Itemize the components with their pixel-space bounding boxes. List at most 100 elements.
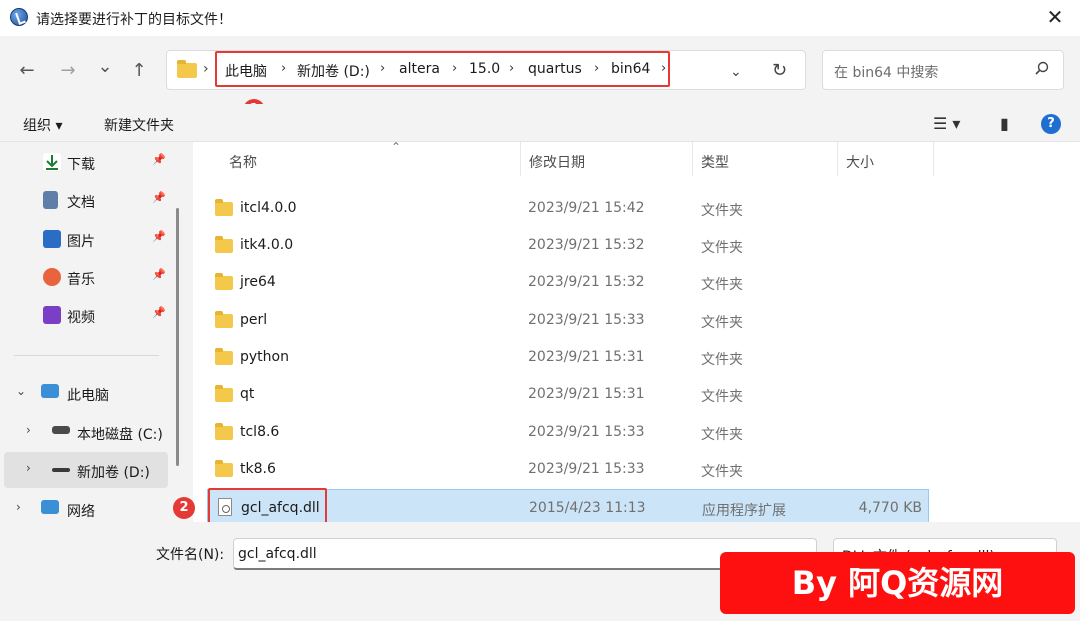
breadcrumb-highlight-box: [215, 51, 670, 87]
table-row[interactable]: python 2023/9/21 15:31 文件夹: [207, 339, 929, 376]
close-button[interactable]: ✕: [1044, 6, 1066, 28]
title-bar: 请选择要进行补丁的目标文件！ ✕: [0, 0, 1080, 36]
sidebar-item-drive-d[interactable]: › 新加卷 (D:): [4, 452, 168, 488]
file-highlight-box: [208, 488, 327, 526]
sidebar-scrollbar[interactable]: [176, 208, 179, 466]
chevron-right-icon[interactable]: ›: [26, 423, 31, 437]
pin-icon: 📌: [152, 268, 166, 281]
row-date: 2023/9/21 15:42: [528, 200, 645, 216]
up-button[interactable]: ↑: [126, 58, 152, 84]
table-row[interactable]: tcl8.6 2023/9/21 15:33 文件夹: [207, 414, 929, 451]
row-date: 2023/9/21 15:33: [528, 312, 645, 328]
folder-icon: [215, 273, 233, 290]
chevron-right-icon[interactable]: ›: [26, 461, 31, 475]
column-header-size[interactable]: 大小: [838, 142, 934, 176]
folder-icon: [177, 60, 197, 78]
table-row[interactable]: qt 2023/9/21 15:31 文件夹: [207, 376, 929, 413]
drive-d-icon: [52, 468, 70, 472]
row-date: 2023/9/21 15:31: [528, 349, 645, 365]
column-header-label: 大小: [846, 155, 874, 171]
sidebar-item-label: 本地磁盘 (C:): [77, 427, 163, 443]
address-history-button[interactable]: ⌄: [730, 64, 742, 80]
folder-icon: [215, 423, 233, 440]
folder-icon: [215, 385, 233, 402]
command-toolbar: 组织 ▾ 新建文件夹 ☰ ▾ ▮ ?: [0, 104, 1080, 142]
watermark-banner: By 阿Q资源网: [720, 552, 1075, 614]
table-row[interactable]: perl 2023/9/21 15:33 文件夹: [207, 302, 929, 339]
column-header-date[interactable]: 修改日期: [521, 142, 693, 176]
sidebar-item-label: 音乐: [67, 272, 95, 288]
sidebar-item-label: 新加卷 (D:): [77, 465, 150, 481]
table-row[interactable]: itk4.0.0 2023/9/21 15:32 文件夹: [207, 227, 929, 264]
sidebar-item-label: 视频: [67, 310, 95, 326]
table-row[interactable]: tk8.6 2023/9/21 15:33 文件夹: [207, 451, 929, 488]
pin-icon: 📌: [152, 230, 166, 243]
search-icon: [1035, 61, 1049, 75]
search-input[interactable]: 在 bin64 中搜索: [822, 50, 1064, 90]
help-icon[interactable]: ?: [1041, 114, 1061, 134]
view-options-button[interactable]: ☰ ▾: [933, 114, 960, 133]
row-name: tk8.6: [240, 461, 276, 477]
refresh-button[interactable]: ↻: [772, 60, 787, 81]
row-type: 文件夹: [701, 464, 743, 480]
new-folder-button[interactable]: 新建文件夹: [104, 115, 174, 135]
column-header-type[interactable]: 类型: [693, 142, 838, 176]
back-button[interactable]: ←: [14, 58, 40, 84]
window-title: 请选择要进行补丁的目标文件！: [36, 12, 232, 28]
sidebar-item-label: 图片: [67, 234, 95, 250]
forward-button[interactable]: →: [55, 58, 81, 84]
sidebar-item-music[interactable]: 音乐 📌: [0, 259, 170, 295]
chevron-right-icon[interactable]: ›: [16, 500, 21, 514]
pin-icon: 📌: [152, 191, 166, 204]
music-icon: [43, 268, 61, 286]
computer-icon: [41, 384, 59, 398]
row-type: 文件夹: [701, 240, 743, 256]
sort-ascending-icon: ⌃: [391, 140, 402, 154]
drive-c-icon: [52, 426, 70, 434]
row-type: 文件夹: [701, 389, 743, 405]
filename-label: 文件名(N):: [156, 547, 225, 563]
preview-pane-button[interactable]: ▮: [1000, 114, 1009, 133]
row-name: tcl8.6: [240, 424, 280, 440]
table-row[interactable]: itcl4.0.0 2023/9/21 15:42 文件夹: [207, 190, 929, 227]
row-type: 文件夹: [701, 315, 743, 331]
video-icon: [43, 306, 61, 324]
sidebar-item-label: 网络: [67, 504, 95, 520]
row-date: 2023/9/21 15:32: [528, 237, 645, 253]
column-header-label: 类型: [701, 155, 729, 171]
sidebar-divider: [14, 355, 159, 356]
step-badge-2: 2: [173, 497, 195, 519]
row-type: 文件夹: [701, 427, 743, 443]
column-header-label: 名称: [229, 155, 257, 171]
row-date: 2023/9/21 15:31: [528, 386, 645, 402]
file-list: 名称 ⌃ 修改日期 类型 大小 itcl4.0.0 2023/9/21 15:4…: [193, 140, 1080, 526]
row-name: qt: [240, 386, 255, 402]
sidebar-item-downloads[interactable]: 下载 📌: [0, 144, 170, 180]
sidebar-item-label: 此电脑: [67, 388, 109, 404]
table-row[interactable]: jre64 2023/9/21 15:32 文件夹: [207, 264, 929, 301]
row-name: jre64: [240, 274, 276, 290]
navigation-pane: 下载 📌 文档 📌 图片 📌 音乐 📌 视频 📌 ⌄ 此电脑 › 本地磁盘 (C…: [0, 142, 183, 522]
row-date: 2023/9/21 15:32: [528, 274, 645, 290]
sidebar-item-pictures[interactable]: 图片 📌: [0, 221, 170, 257]
row-date: 2023/9/21 15:33: [528, 461, 645, 477]
column-header-name[interactable]: 名称 ⌃: [221, 140, 521, 176]
chevron-down-icon[interactable]: ⌄: [16, 384, 26, 398]
recent-locations-button[interactable]: ⌄: [92, 54, 118, 80]
row-name: python: [240, 349, 289, 365]
folder-icon: [215, 311, 233, 328]
column-header-label: 修改日期: [529, 155, 585, 171]
row-type: 文件夹: [701, 352, 743, 368]
app-icon: [10, 8, 28, 26]
sidebar-item-this-pc[interactable]: ⌄ 此电脑: [0, 375, 170, 411]
sidebar-item-drive-c[interactable]: › 本地磁盘 (C:): [0, 414, 170, 450]
row-name: itcl4.0.0: [240, 200, 297, 216]
organize-button[interactable]: 组织 ▾: [23, 115, 62, 135]
pin-icon: 📌: [152, 306, 166, 319]
sidebar-item-videos[interactable]: 视频 📌: [0, 297, 170, 333]
chevron-right-icon: ›: [203, 61, 209, 77]
sidebar-item-documents[interactable]: 文档 📌: [0, 182, 170, 218]
download-icon: [43, 153, 61, 171]
row-type: 文件夹: [701, 203, 743, 219]
picture-icon: [43, 230, 61, 248]
